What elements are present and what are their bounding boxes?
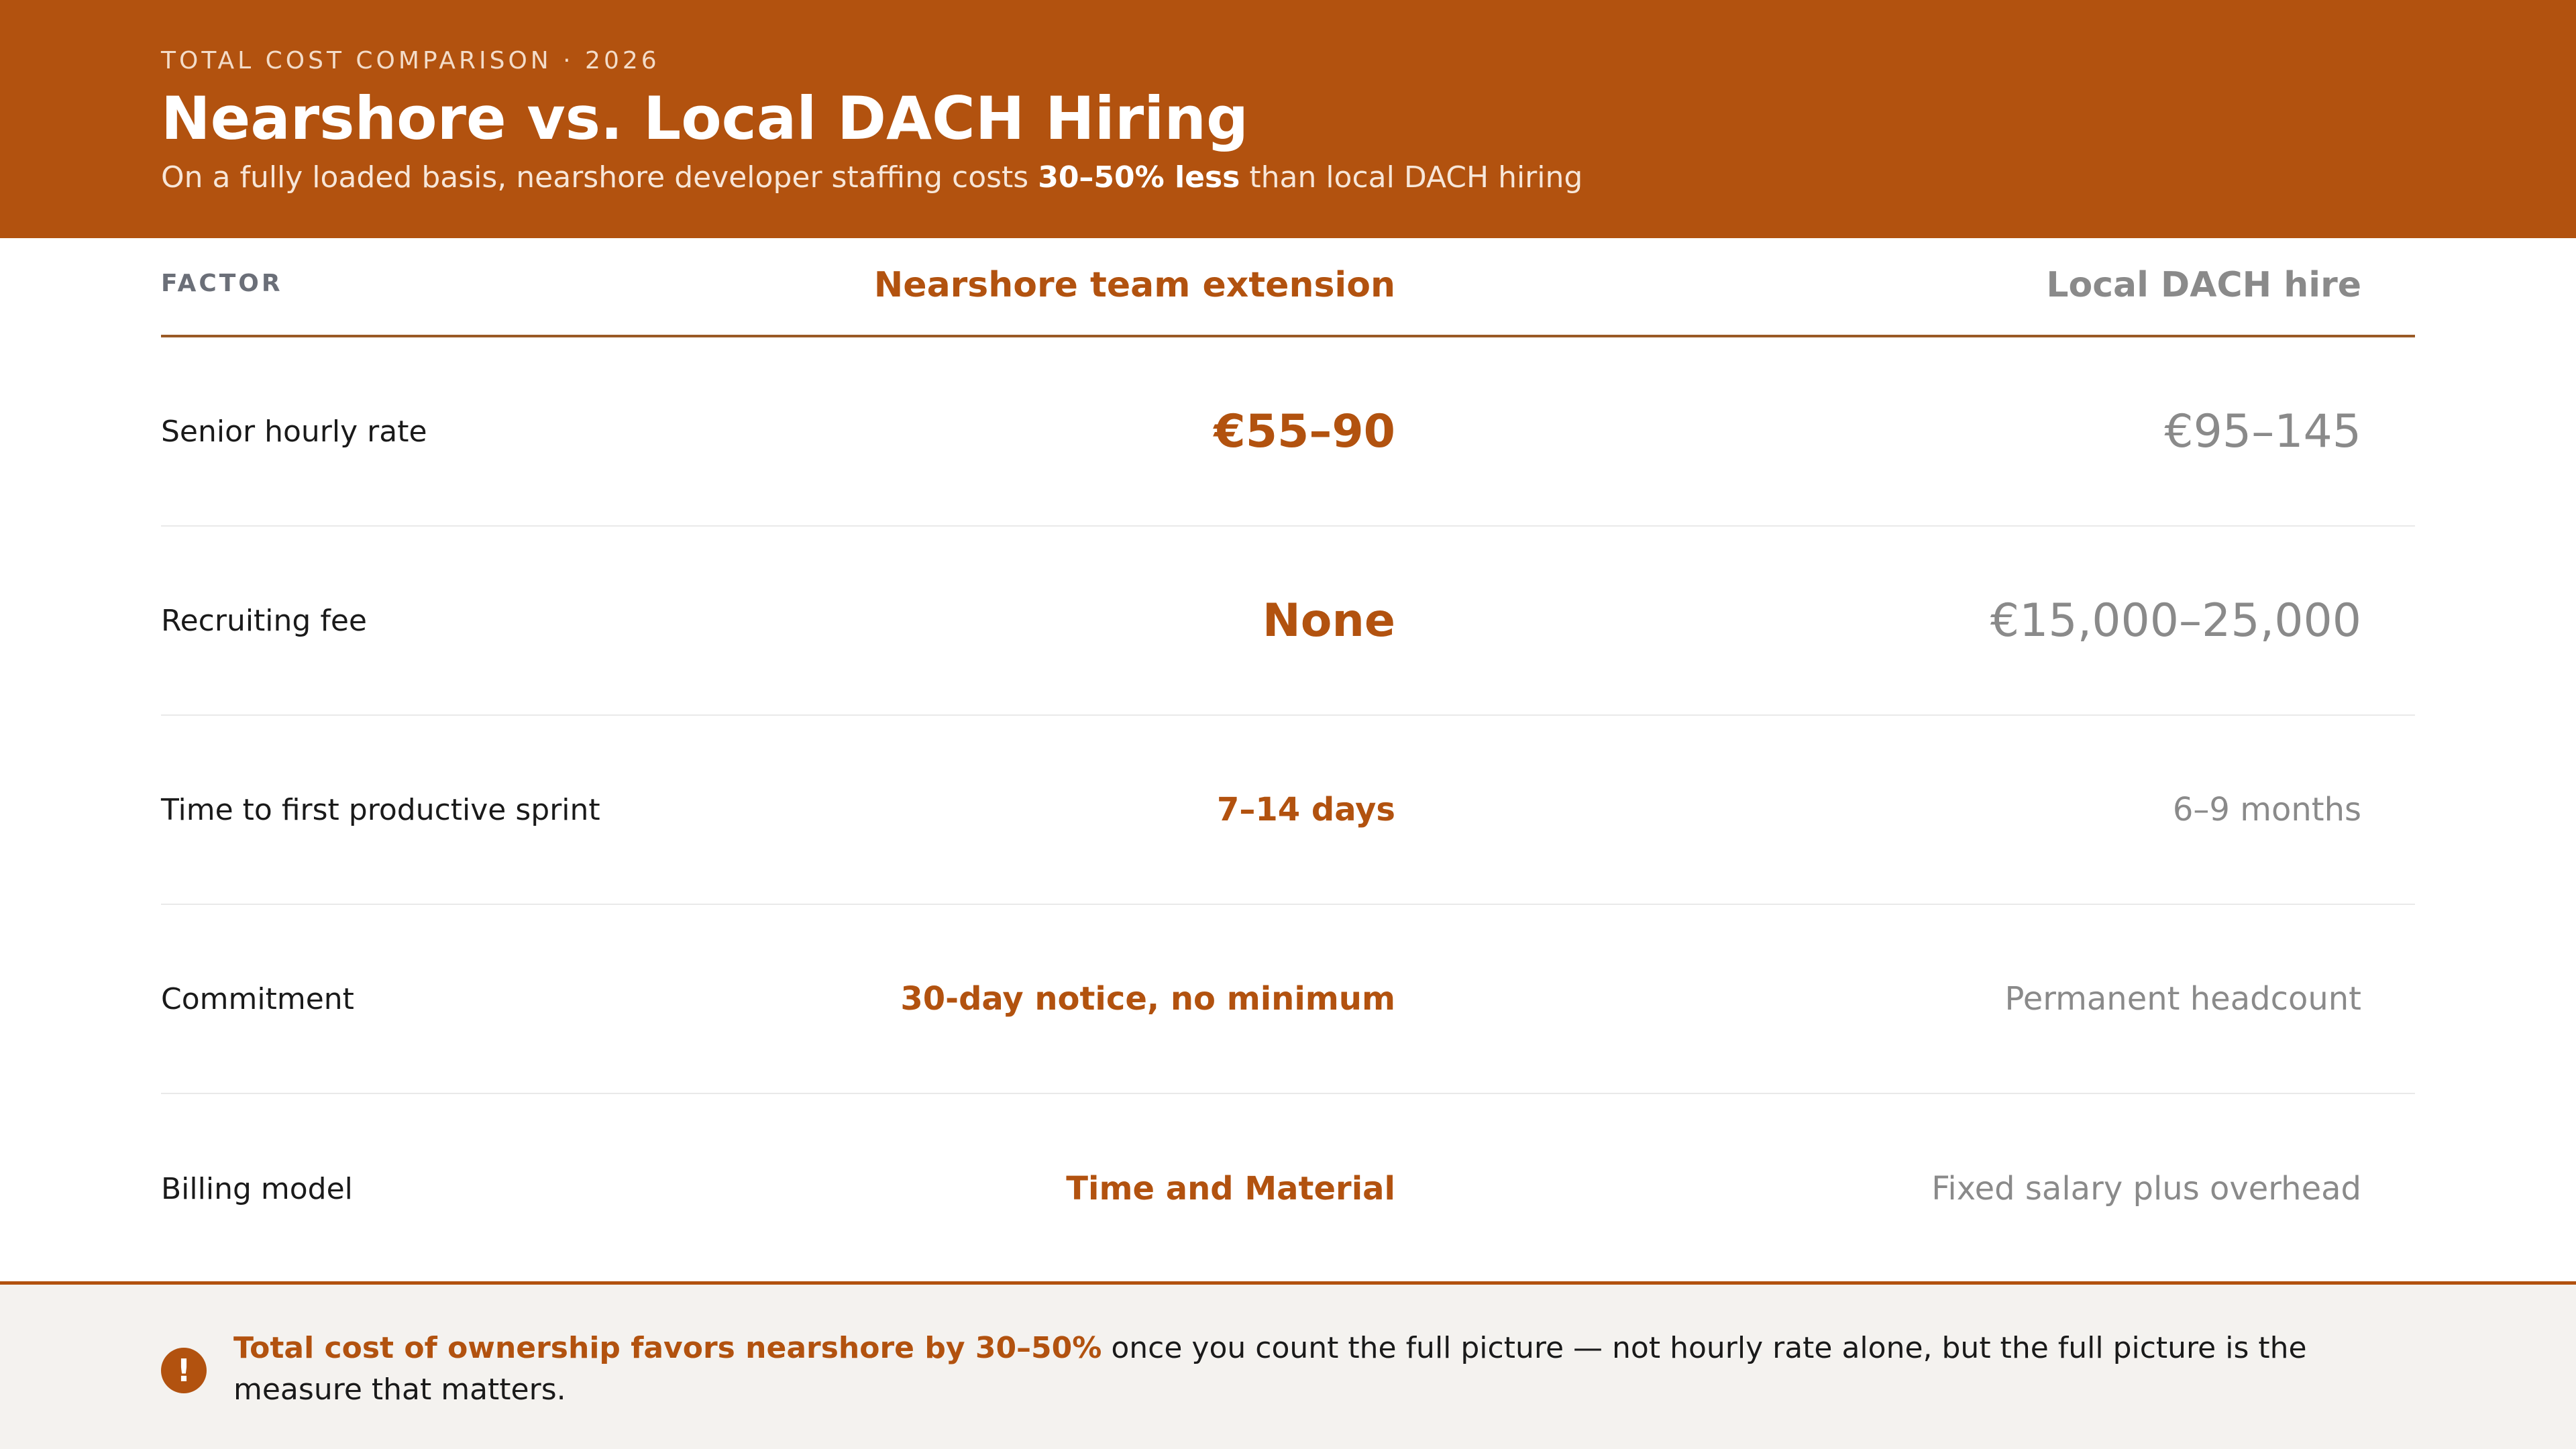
table-row-billing-model: Billing model Time and Material Fixed sa…: [161, 1094, 2415, 1283]
local-value: Fixed salary plus overhead: [1931, 1170, 2361, 1208]
local-value: €95–145: [2164, 405, 2361, 458]
eyebrow-label: TOTAL COST COMPARISON · 2026: [161, 47, 660, 74]
page-title: Nearshore vs. Local DACH Hiring: [161, 84, 1249, 153]
factor-label: Billing model: [161, 1171, 353, 1206]
footer-highlight: Total cost of ownership favors nearshore…: [233, 1331, 1102, 1365]
footer-note: Total cost of ownership favors nearshore…: [233, 1328, 2420, 1411]
alert-icon: !: [161, 1348, 207, 1393]
local-value: €15,000–25,000: [1990, 594, 2361, 647]
table-row-hourly-rate: Senior hourly rate €55–90 €95–145: [161, 337, 2415, 527]
subtitle-highlight: 30–50% less: [1038, 160, 1240, 195]
column-header-nearshore: Nearshore team extension: [873, 265, 1395, 305]
factor-label: Time to first productive sprint: [161, 792, 600, 827]
column-header-factor: FACTOR: [161, 270, 283, 297]
nearshore-value: 30-day notice, no minimum: [900, 980, 1395, 1018]
factor-label: Commitment: [161, 981, 354, 1016]
header-banner: TOTAL COST COMPARISON · 2026 Nearshore v…: [0, 0, 2576, 238]
subtitle-text-start: On a fully loaded basis, nearshore devel…: [161, 160, 1038, 195]
table-row-time-to-sprint: Time to first productive sprint 7–14 day…: [161, 716, 2415, 905]
nearshore-value: €55–90: [1214, 405, 1395, 458]
factor-label: Recruiting fee: [161, 603, 367, 638]
local-value: Permanent headcount: [2004, 980, 2361, 1018]
footer-callout: ! Total cost of ownership favors nearsho…: [0, 1281, 2576, 1449]
column-header-local: Local DACH hire: [2046, 265, 2361, 305]
nearshore-value: None: [1262, 594, 1395, 647]
nearshore-value: 7–14 days: [1216, 791, 1395, 828]
subtitle-text-end: than local DACH hiring: [1240, 160, 1583, 195]
factor-label: Senior hourly rate: [161, 414, 427, 449]
page-subtitle: On a fully loaded basis, nearshore devel…: [161, 159, 1582, 197]
table-row-recruiting-fee: Recruiting fee None €15,000–25,000: [161, 527, 2415, 716]
local-value: 6–9 months: [2172, 791, 2361, 828]
table-row-commitment: Commitment 30-day notice, no minimum Per…: [161, 905, 2415, 1094]
nearshore-value: Time and Material: [1066, 1170, 1395, 1208]
